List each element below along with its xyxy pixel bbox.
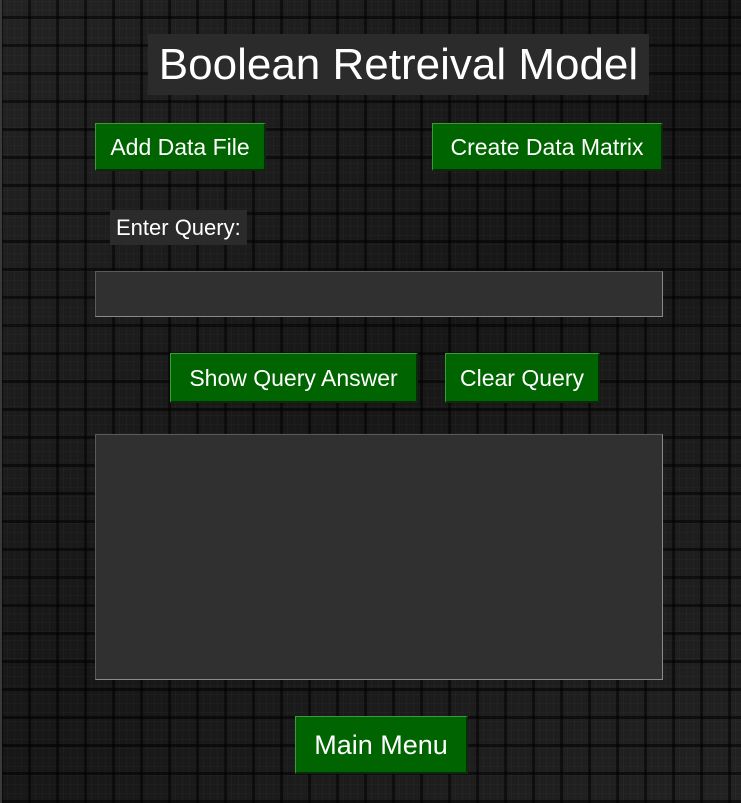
show-query-answer-button[interactable]: Show Query Answer <box>170 353 418 403</box>
add-data-file-button[interactable]: Add Data File <box>95 123 266 171</box>
clear-query-button[interactable]: Clear Query <box>445 353 600 403</box>
main-menu-button[interactable]: Main Menu <box>295 716 468 774</box>
query-input[interactable] <box>95 271 663 317</box>
window-left-border <box>0 0 2 803</box>
page-title: Boolean Retreival Model <box>148 34 649 95</box>
query-answer-output[interactable] <box>95 434 663 680</box>
create-data-matrix-button[interactable]: Create Data Matrix <box>432 123 663 171</box>
query-label: Enter Query: <box>110 210 247 245</box>
